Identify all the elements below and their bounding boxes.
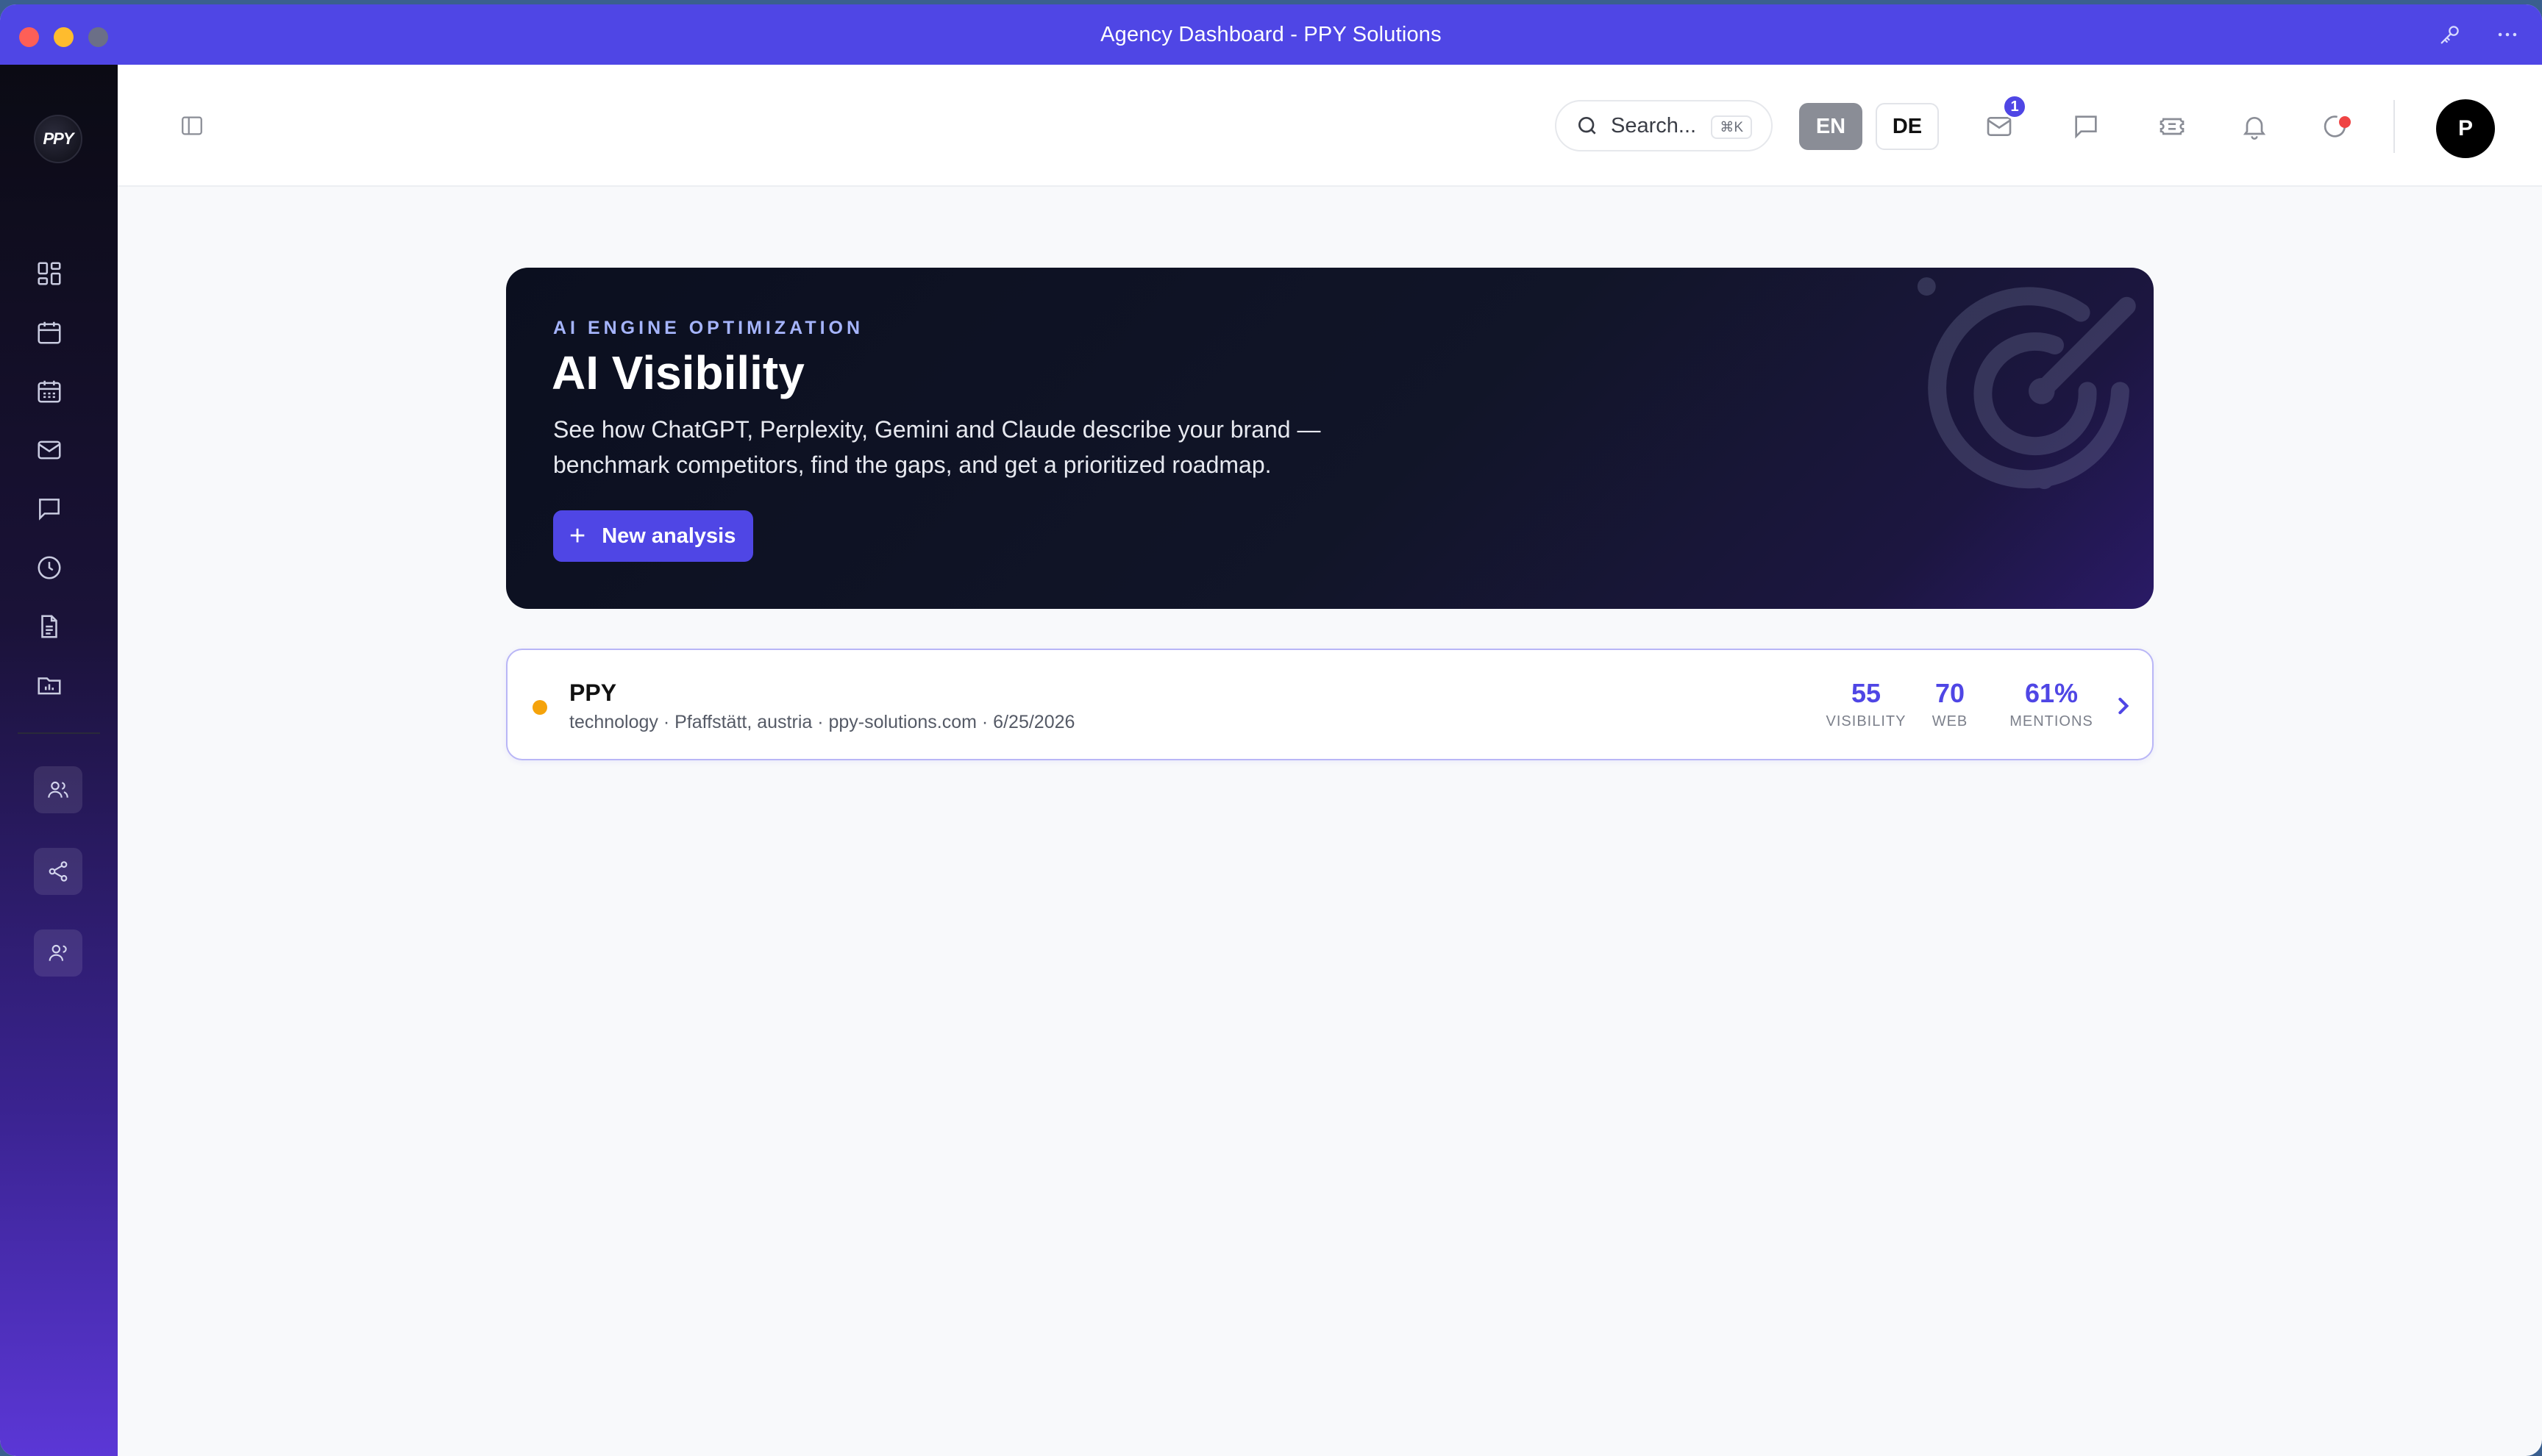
team-button[interactable]: [34, 766, 82, 813]
minimize-window-button[interactable]: [54, 27, 74, 47]
schedule-icon[interactable]: [34, 376, 65, 407]
search-shortcut: ⌘K: [1711, 115, 1752, 139]
status-alert-dot: [2339, 116, 2351, 128]
metric-label: WEB: [1932, 713, 1968, 729]
metric-value: 61%: [2024, 678, 2079, 708]
language-en-button[interactable]: EN: [1799, 103, 1862, 150]
share-button[interactable]: [34, 848, 82, 895]
metric-label: VISIBILITY: [1826, 713, 1906, 729]
bell-icon: [2243, 117, 2266, 140]
inbox-badge: 1: [2002, 94, 2027, 119]
metric-value: 55: [1851, 678, 1881, 708]
calendar-icon[interactable]: [34, 317, 65, 348]
plus-icon: +: [569, 521, 586, 552]
ticket-icon: [2160, 118, 2185, 135]
users-icon: [48, 781, 68, 798]
metric-visibility: 55 VISIBILITY: [1820, 678, 1912, 730]
maximize-window-button[interactable]: [88, 27, 108, 47]
analysis-meta: technology · Pfaffstätt, austria · ppy-s…: [569, 712, 1075, 732]
user-avatar[interactable]: P: [2436, 99, 2495, 158]
hero-kicker: AI ENGINE OPTIMIZATION: [553, 318, 864, 338]
top-header: Search... ⌘K EN DE 1 P: [118, 65, 2542, 187]
app-window: Agency Dashboard - PPY Solutions PPY Sea…: [0, 4, 2542, 1456]
clock-icon[interactable]: [34, 552, 65, 583]
analysis-card[interactable]: PPY technology · Pfaffstätt, austria · p…: [506, 649, 2154, 760]
hero-title: AI Visibility: [552, 346, 805, 399]
metric-mentions: 61% MENTIONS: [1996, 678, 2107, 730]
reports-folder-icon[interactable]: [34, 670, 65, 701]
ai-visibility-hero: AI ENGINE OPTIMIZATION AI Visibility See…: [506, 268, 2154, 609]
status-dot: [533, 700, 547, 715]
metric-web: 70 WEB: [1924, 678, 1976, 730]
sidebar-divider: [18, 732, 100, 734]
mail-icon[interactable]: [34, 435, 65, 465]
chat-icon: [2075, 115, 2097, 139]
title-bar-actions: [2438, 22, 2520, 51]
document-icon[interactable]: [34, 611, 65, 642]
header-divider: [2393, 100, 2395, 153]
contacts-icon: [49, 944, 67, 961]
more-options-icon[interactable]: [2495, 22, 2520, 51]
close-window-button[interactable]: [19, 27, 39, 47]
window-controls: [19, 27, 108, 47]
analysis-brand-name: PPY: [569, 679, 617, 706]
share-icon: [49, 861, 68, 882]
new-analysis-button[interactable]: + New analysis: [553, 510, 754, 562]
tickets-button[interactable]: [2156, 110, 2188, 143]
search-placeholder: Search...: [1611, 113, 1697, 138]
chat-icon[interactable]: [34, 493, 65, 524]
hero-description: See how ChatGPT, Perplexity, Gemini and …: [553, 416, 1321, 478]
title-bar: Agency Dashboard - PPY Solutions: [0, 4, 2542, 65]
window-title: Agency Dashboard - PPY Solutions: [1100, 22, 1442, 46]
messages-button[interactable]: [2070, 110, 2102, 143]
sidebar-toggle-icon[interactable]: [179, 113, 204, 138]
metric-value: 70: [1934, 678, 1965, 708]
language-de-button[interactable]: DE: [1876, 103, 1939, 150]
search-input[interactable]: Search... ⌘K: [1555, 100, 1773, 151]
radar-target-icon: [1917, 277, 2136, 490]
new-analysis-label: New analysis: [602, 524, 736, 548]
contacts-button[interactable]: [34, 929, 82, 977]
brand-logo[interactable]: PPY: [34, 115, 82, 163]
sidebar: PPY: [0, 65, 118, 1456]
dashboard-icon[interactable]: [34, 258, 65, 289]
metric-label: MENTIONS: [2009, 713, 2093, 729]
key-icon[interactable]: [2438, 22, 2463, 51]
search-icon: [1578, 117, 1596, 135]
chevron-right-icon[interactable]: [2107, 690, 2139, 722]
notifications-button[interactable]: [2238, 110, 2271, 143]
